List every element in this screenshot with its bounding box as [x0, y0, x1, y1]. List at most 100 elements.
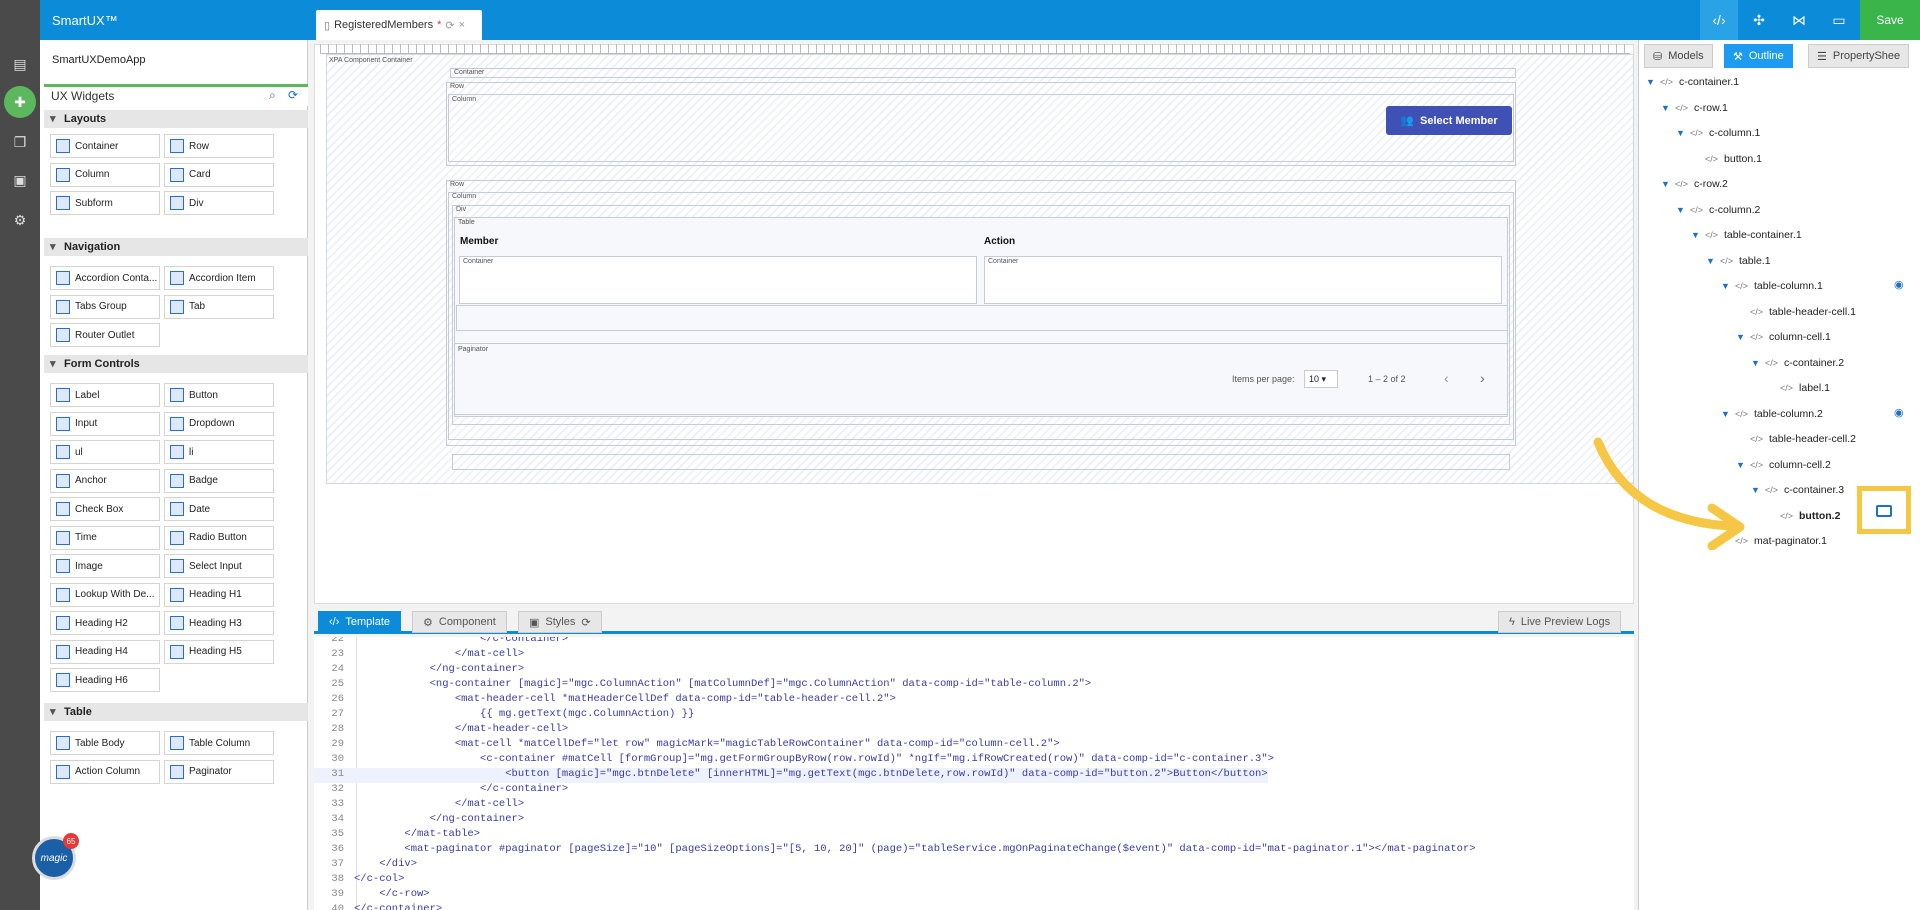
caret-down-icon[interactable]: ▼: [1661, 103, 1670, 113]
widget-tabs-group[interactable]: Tabs Group: [50, 294, 160, 319]
page-size-select[interactable]: 10 ▾: [1304, 370, 1338, 388]
select-member-button[interactable]: 👥 Select Member: [1386, 106, 1512, 135]
paginator-frame[interactable]: [454, 343, 1508, 415]
code-line[interactable]: 28 </mat-header-cell>: [314, 723, 568, 738]
widget-input[interactable]: Input: [50, 411, 160, 436]
widget-heading-h1[interactable]: Heading H1: [164, 582, 274, 607]
widget-accordion-conta[interactable]: Accordion Conta...: [50, 266, 160, 290]
preview-icon[interactable]: [1876, 505, 1892, 517]
container-frame[interactable]: [450, 68, 1516, 78]
outline-node-table-column-1[interactable]: ▼ </> table-column.1: [1721, 278, 1823, 294]
next-page-icon[interactable]: ›: [1480, 370, 1485, 386]
widget-time[interactable]: Time: [50, 525, 160, 550]
code-line[interactable]: 40 </c-container>: [314, 903, 442, 910]
refresh-icon[interactable]: ⟳: [581, 616, 590, 629]
search-icon[interactable]: ⌕: [269, 88, 276, 103]
widget-check-box[interactable]: Check Box: [50, 497, 160, 521]
expand-button[interactable]: ✣: [1740, 0, 1778, 40]
member-cell[interactable]: [459, 256, 977, 304]
widget-li[interactable]: li: [164, 440, 274, 464]
tab-styles[interactable]: ▣ Styles ⟳: [518, 611, 602, 633]
widget-section-table[interactable]: Table: [44, 703, 308, 721]
code-line[interactable]: 35 </mat-table>: [314, 828, 480, 843]
code-view-button[interactable]: ‹/›: [1700, 0, 1738, 40]
code-line[interactable]: 32 </c-container>: [314, 783, 568, 798]
code-line[interactable]: 23 </mat-cell>: [314, 648, 524, 663]
code-line[interactable]: 30 <c-container #matCell [formGroup]="mg…: [314, 753, 1274, 768]
save-button[interactable]: Save: [1860, 0, 1920, 40]
widget-table-column[interactable]: Table Column: [164, 731, 274, 755]
outline-node-table-column-2[interactable]: ▼ </> table-column.2: [1721, 406, 1823, 422]
caret-down-icon[interactable]: ▼: [1721, 409, 1730, 419]
widget-select-input[interactable]: Select Input: [164, 554, 274, 578]
widget-tab[interactable]: Tab: [164, 294, 274, 319]
widget-table-body[interactable]: Table Body: [50, 731, 160, 755]
widget-button[interactable]: Button: [164, 383, 274, 407]
widget-heading-h6[interactable]: Heading H6: [50, 668, 160, 692]
widget-subform[interactable]: Subform: [50, 191, 160, 215]
outline-node-table-1[interactable]: ▼ </> table.1: [1706, 253, 1771, 269]
code-line[interactable]: 37 </div>: [314, 858, 417, 873]
code-line[interactable]: 38 </c-col>: [314, 873, 404, 888]
action-cell[interactable]: [984, 256, 1502, 304]
widget-label[interactable]: Label: [50, 383, 160, 407]
outline-node-button-1[interactable]: </> button.1: [1691, 151, 1762, 167]
caret-down-icon[interactable]: ▼: [1676, 205, 1685, 215]
widget-ul[interactable]: ul: [50, 440, 160, 464]
code-line[interactable]: 26 <mat-header-cell *matHeaderCellDef da…: [314, 693, 896, 708]
widget-heading-h3[interactable]: Heading H3: [164, 611, 274, 635]
image-icon[interactable]: ▣: [8, 168, 32, 192]
tab-property-sheet[interactable]: ☰ PropertyShee: [1808, 44, 1910, 68]
widget-accordion-item[interactable]: Accordion Item: [164, 266, 274, 290]
outline-node-c-container-2[interactable]: ▼ </> c-container.2: [1751, 355, 1844, 371]
widget-heading-h4[interactable]: Heading H4: [50, 639, 160, 664]
outline-node-table-container-1[interactable]: ▼ </> table-container.1: [1691, 227, 1802, 243]
preview-button[interactable]: ▭: [1820, 0, 1858, 40]
widget-heading-h5[interactable]: Heading H5: [164, 639, 274, 664]
copy-icon[interactable]: ❐: [8, 130, 32, 154]
refresh-icon[interactable]: ⟳: [288, 88, 298, 102]
eye-icon[interactable]: ◉: [1894, 406, 1904, 419]
widget-heading-h2[interactable]: Heading H2: [50, 611, 160, 635]
code-line[interactable]: 24 </ng-container>: [314, 663, 524, 678]
widget-lookup-with-de[interactable]: Lookup With De...: [50, 582, 160, 607]
widget-dropdown[interactable]: Dropdown: [164, 411, 274, 436]
share-button[interactable]: ⋈: [1780, 0, 1818, 40]
widget-action-column[interactable]: Action Column: [50, 759, 160, 784]
code-line[interactable]: 27 {{ mg.getText(mgc.ColumnAction) }}: [314, 708, 694, 723]
widget-paginator[interactable]: Paginator: [164, 759, 274, 784]
widget-section-navigation[interactable]: Navigation: [44, 238, 308, 256]
widget-router-outlet[interactable]: Router Outlet: [50, 323, 160, 347]
puzzle-icon[interactable]: ✚: [4, 86, 36, 118]
code-line[interactable]: 34 </ng-container>: [314, 813, 524, 828]
caret-down-icon[interactable]: ▼: [1721, 281, 1730, 291]
column-frame-1[interactable]: [448, 94, 1514, 162]
tab-component[interactable]: ⚙ Component: [412, 611, 507, 633]
tab-template[interactable]: ‹/› Template: [318, 611, 402, 633]
outline-node-table-header-cell-1[interactable]: </> table-header-cell.1: [1736, 304, 1856, 320]
widget-anchor[interactable]: Anchor: [50, 468, 160, 493]
widget-radio-button[interactable]: Radio Button: [164, 525, 274, 550]
outline-node-c-column-2[interactable]: ▼ </> c-column.2: [1676, 202, 1760, 218]
eye-icon[interactable]: ◉: [1894, 278, 1904, 291]
caret-down-icon[interactable]: ▼: [1646, 77, 1655, 87]
tab-outline[interactable]: ⚒ Outline: [1724, 44, 1793, 68]
widget-date[interactable]: Date: [164, 497, 274, 521]
widget-card[interactable]: Card: [164, 162, 274, 187]
outline-node-label-1[interactable]: </> label.1: [1766, 380, 1830, 396]
outline-node-column-cell-1[interactable]: ▼ </> column-cell.1: [1736, 329, 1831, 345]
widget-image[interactable]: Image: [50, 554, 160, 578]
outline-node-c-column-1[interactable]: ▼ </> c-column.1: [1676, 125, 1760, 141]
outline-node-c-row-2[interactable]: ▼ </> c-row.2: [1661, 176, 1728, 192]
caret-down-icon[interactable]: ▼: [1661, 179, 1670, 189]
code-line[interactable]: 39 </c-row>: [314, 888, 429, 903]
gear-icon[interactable]: ⚙: [8, 208, 32, 232]
caret-down-icon[interactable]: ▼: [1751, 358, 1760, 368]
outline-node-c-row-1[interactable]: ▼ </> c-row.1: [1661, 100, 1728, 116]
caret-down-icon[interactable]: ▼: [1676, 128, 1685, 138]
widget-column[interactable]: Column: [50, 162, 160, 187]
editor-tab[interactable]: ▯ RegisteredMembers * ⟳ ×: [316, 10, 482, 40]
code-line[interactable]: 29 <mat-cell *matCellDef="let row" magic…: [314, 738, 1059, 753]
widget-div[interactable]: Div: [164, 191, 274, 215]
outline-node-c-container-1[interactable]: ▼ </> c-container.1: [1646, 74, 1739, 90]
